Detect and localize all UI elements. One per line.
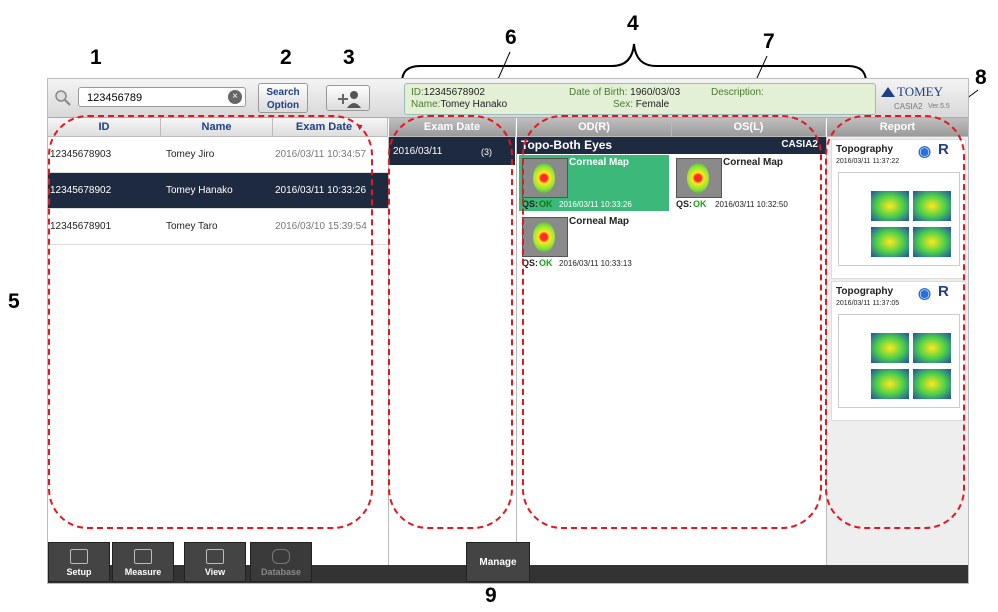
clear-icon[interactable]: × <box>228 90 242 104</box>
setup-icon <box>70 549 88 564</box>
brand-version: Ver.5.5 <box>928 103 950 110</box>
patient-info-panel: ID:12345678902 Name:Tomey Hanako Date of… <box>404 83 876 115</box>
search-input[interactable] <box>85 89 219 107</box>
database-button[interactable]: Database <box>250 542 312 582</box>
view-button[interactable]: View <box>184 542 246 582</box>
region-exam-dates <box>388 115 513 529</box>
add-patient-button[interactable] <box>326 85 370 111</box>
brand-model: CASIA2 <box>894 102 923 111</box>
search-option-label-1: Search <box>266 87 300 98</box>
patient-sex: Sex: Female <box>613 99 670 110</box>
region-exam-results <box>522 115 822 529</box>
search-icon <box>55 90 71 106</box>
measure-label: Measure <box>124 567 162 577</box>
region-patient-list <box>48 115 373 529</box>
database-icon <box>272 549 290 564</box>
database-label: Database <box>260 567 302 577</box>
patient-dob: Date of Birth: 1960/03/03 <box>569 87 681 98</box>
add-user-icon <box>338 91 361 108</box>
measure-icon <box>134 549 152 564</box>
patient-description: Description: <box>711 87 764 98</box>
search-option-label-2: Option <box>266 100 300 111</box>
top-toolbar: × Search Option ID:12345678902 Name:Tome… <box>48 79 968 118</box>
manage-button[interactable]: Manage <box>466 542 530 582</box>
measure-button[interactable]: Measure <box>112 542 174 582</box>
view-label: View <box>204 567 226 577</box>
manage-label: Manage <box>479 557 517 568</box>
setup-button[interactable]: Setup <box>48 542 110 582</box>
view-icon <box>206 549 224 564</box>
search-field[interactable]: × <box>78 87 246 107</box>
brand-logo: TOMEY <box>897 84 943 99</box>
tomey-logo-icon <box>881 87 895 97</box>
patient-id: ID:12345678902 <box>411 87 485 98</box>
bottom-navigation: Setup Measure View Database Manage <box>48 542 968 583</box>
setup-label: Setup <box>66 567 92 577</box>
patient-name: Name:Tomey Hanako <box>411 99 508 110</box>
search-option-button[interactable]: Search Option <box>258 83 308 113</box>
region-reports <box>825 115 965 529</box>
brand-area: TOMEY CASIA2 Ver.5.5 <box>876 81 966 115</box>
